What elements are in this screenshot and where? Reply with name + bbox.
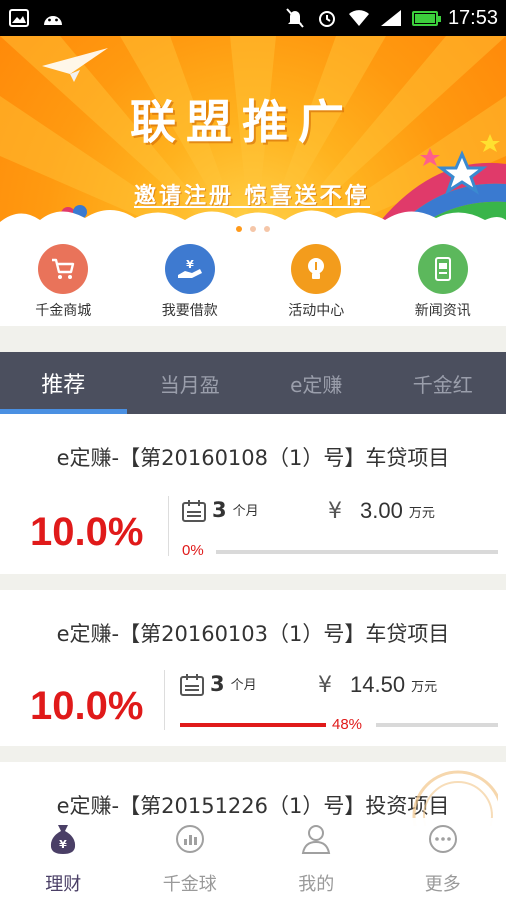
product-title: e定赚-【第20160108（1）号】车贷项目 bbox=[56, 446, 450, 470]
pager-dot[interactable] bbox=[250, 226, 256, 232]
annual-rate: 10.0% bbox=[30, 510, 144, 554]
pager-dot-active[interactable] bbox=[236, 226, 242, 232]
svg-text:¥: ¥ bbox=[59, 838, 67, 851]
tab-e-fixed[interactable]: e定赚 bbox=[253, 352, 380, 414]
nav-label: 更多 bbox=[424, 874, 461, 895]
nav-qianjin-ball[interactable]: 千金球 bbox=[127, 818, 254, 900]
yen-icon: ¥ bbox=[328, 499, 342, 524]
progress-percent: 0% bbox=[182, 542, 204, 559]
quick-menu: 千金商城 ¥ 我要借款 活动中心 新闻资讯 bbox=[0, 234, 506, 326]
nav-label: 我的 bbox=[298, 874, 335, 895]
quick-menu-activity[interactable]: 活动中心 bbox=[253, 234, 380, 326]
period-info: 3 个月 bbox=[180, 672, 257, 696]
banner-pager bbox=[236, 226, 270, 232]
amount-unit: 万元 bbox=[408, 506, 435, 521]
news-icon bbox=[417, 244, 468, 294]
signal-icon bbox=[380, 8, 402, 28]
banner-title: 联盟推广 bbox=[130, 95, 354, 149]
battery-icon bbox=[411, 10, 441, 26]
promo-banner[interactable]: 联盟推广 邀请注册 惊喜送不停 bbox=[0, 36, 506, 234]
divider bbox=[168, 496, 169, 556]
calendar-icon bbox=[182, 500, 206, 522]
amount-info: ¥ 14.50 万元 bbox=[318, 672, 437, 698]
person-icon bbox=[299, 822, 333, 856]
product-card[interactable]: e定赚-【第20160103（1）号】车贷项目 10.0% 3 个月 ¥ 14.… bbox=[0, 590, 506, 746]
quick-menu-news[interactable]: 新闻资讯 bbox=[380, 234, 506, 326]
divider bbox=[164, 670, 165, 730]
amount-value: 3.00 bbox=[360, 498, 403, 523]
product-title: e定赚-【第20160103（1）号】车贷项目 bbox=[56, 622, 450, 646]
clock: 17:53 bbox=[447, 6, 498, 29]
progress-percent: 48% bbox=[332, 716, 363, 733]
yen-icon: ¥ bbox=[318, 673, 332, 698]
lightbulb-icon bbox=[291, 244, 342, 294]
image-icon bbox=[8, 8, 30, 28]
period-value: 3 bbox=[210, 672, 225, 696]
loan-hand-icon: ¥ bbox=[164, 244, 215, 294]
quick-menu-mall[interactable]: 千金商城 bbox=[0, 234, 127, 326]
nav-label: 理财 bbox=[45, 874, 82, 895]
wifi-icon bbox=[348, 8, 370, 28]
amount-value: 14.50 bbox=[350, 672, 406, 697]
annual-rate: 10.0% bbox=[30, 684, 144, 728]
paper-plane-icon bbox=[42, 48, 108, 82]
period-info: 3 个月 bbox=[182, 498, 259, 522]
bottom-nav: ¥ 理财 千金球 我的 更多 bbox=[0, 818, 506, 900]
mute-icon bbox=[284, 8, 306, 28]
amount-info: ¥ 3.00 万元 bbox=[328, 498, 435, 524]
progress-bar bbox=[216, 550, 498, 554]
amount-unit: 万元 bbox=[411, 680, 438, 695]
stamp-watermark bbox=[412, 770, 498, 826]
svg-text:¥: ¥ bbox=[186, 258, 194, 271]
status-bar: 17:53 bbox=[0, 0, 506, 36]
tab-monthly[interactable]: 当月盈 bbox=[127, 352, 254, 414]
quick-menu-label: 我要借款 bbox=[161, 303, 218, 319]
tab-qianjin-red[interactable]: 千金红 bbox=[380, 352, 506, 414]
more-dots-icon bbox=[426, 822, 460, 856]
progress-bar-remaining bbox=[376, 723, 498, 727]
quick-menu-loan[interactable]: ¥ 我要借款 bbox=[127, 234, 254, 326]
quick-menu-label: 活动中心 bbox=[288, 303, 345, 319]
money-bag-icon: ¥ bbox=[46, 822, 80, 856]
nav-more[interactable]: 更多 bbox=[380, 818, 506, 900]
nav-mine[interactable]: 我的 bbox=[253, 818, 380, 900]
nav-finance[interactable]: ¥ 理财 bbox=[0, 818, 127, 900]
chart-circle-icon bbox=[173, 822, 207, 856]
alarm-icon bbox=[316, 8, 338, 28]
product-card[interactable]: e定赚-【第20160108（1）号】车贷项目 10.0% 3 个月 ¥ 3.0… bbox=[0, 414, 506, 574]
nav-label: 千金球 bbox=[162, 874, 217, 895]
progress-bar-filled bbox=[180, 723, 326, 727]
android-icon bbox=[42, 8, 64, 28]
pager-dot[interactable] bbox=[264, 226, 270, 232]
quick-menu-label: 新闻资讯 bbox=[414, 303, 471, 319]
period-value: 3 bbox=[212, 498, 227, 522]
period-unit: 个月 bbox=[230, 678, 257, 693]
quick-menu-label: 千金商城 bbox=[35, 303, 92, 319]
tab-recommend[interactable]: 推荐 bbox=[0, 352, 127, 414]
product-tabs: 推荐 当月盈 e定赚 千金红 bbox=[0, 352, 506, 414]
calendar-icon bbox=[180, 674, 204, 696]
period-unit: 个月 bbox=[232, 504, 259, 519]
shopping-cart-icon bbox=[38, 244, 89, 294]
